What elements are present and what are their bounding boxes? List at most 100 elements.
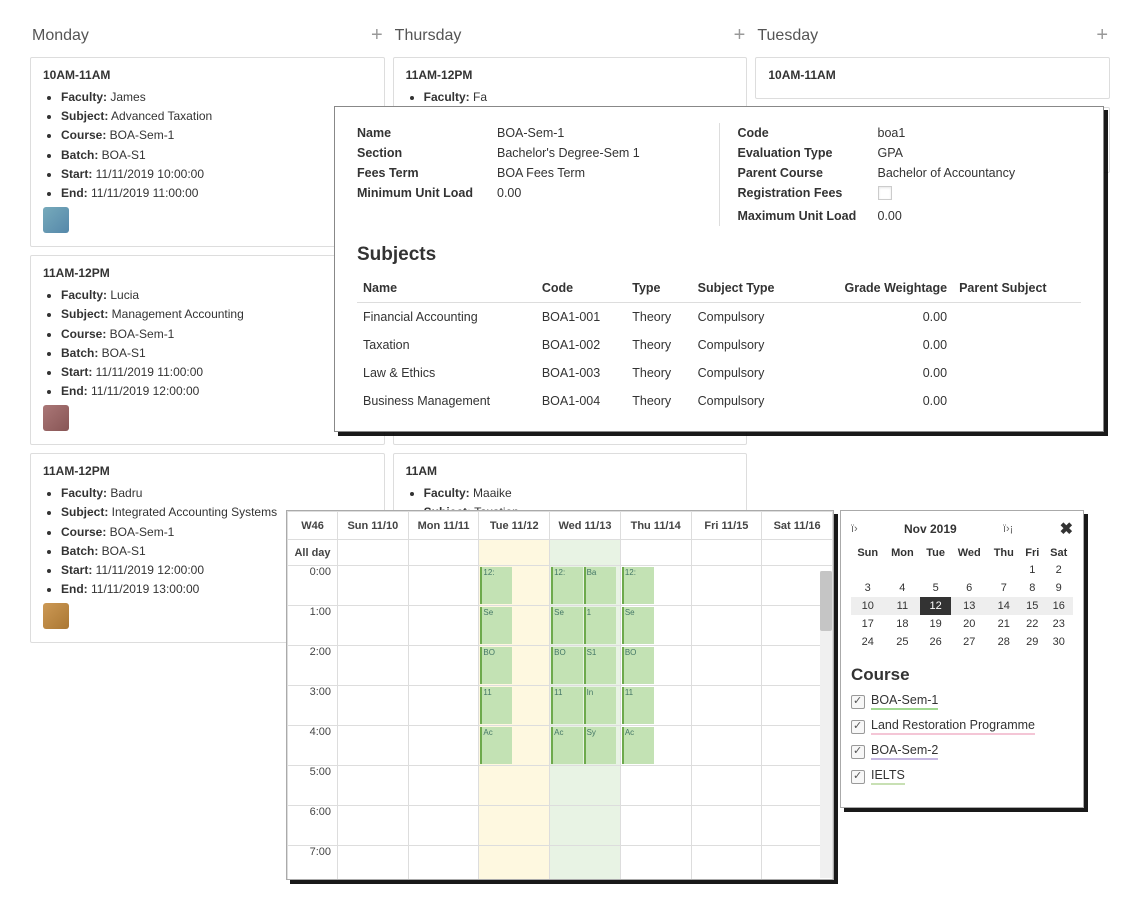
time-cell[interactable] xyxy=(550,766,621,806)
week-day-header[interactable]: Tue 11/12 xyxy=(479,512,550,540)
checkbox-icon[interactable] xyxy=(851,720,865,734)
checkbox-icon[interactable] xyxy=(851,695,865,709)
date-cell[interactable]: 2 xyxy=(1044,561,1073,579)
time-cell[interactable] xyxy=(338,686,409,726)
time-cell[interactable] xyxy=(479,846,550,881)
time-cell[interactable] xyxy=(691,806,762,846)
date-cell[interactable]: 11 xyxy=(884,597,920,615)
time-cell[interactable] xyxy=(620,806,691,846)
date-cell[interactable]: 21 xyxy=(987,615,1020,633)
week-day-header[interactable]: Wed 11/13 xyxy=(550,512,621,540)
date-cell[interactable]: 1 xyxy=(1020,561,1044,579)
filter-item[interactable]: Land Restoration Programme xyxy=(851,718,1073,735)
filter-item[interactable]: IELTS xyxy=(851,768,1073,785)
week-day-header[interactable]: Sun 11/10 xyxy=(338,512,409,540)
close-icon[interactable]: ✖ xyxy=(1060,519,1073,539)
add-icon[interactable]: + xyxy=(1096,24,1108,47)
time-cell[interactable] xyxy=(479,806,550,846)
time-cell[interactable] xyxy=(408,646,479,686)
date-cell[interactable]: 16 xyxy=(1044,597,1073,615)
scrollbar[interactable] xyxy=(820,571,832,878)
checkbox-icon[interactable] xyxy=(851,770,865,784)
date-cell[interactable]: 13 xyxy=(951,597,987,615)
time-cell[interactable]: 12: xyxy=(479,566,550,606)
date-cell[interactable]: 29 xyxy=(1020,633,1044,651)
time-cell[interactable] xyxy=(338,846,409,881)
time-cell[interactable]: Se xyxy=(620,606,691,646)
time-cell[interactable]: BO xyxy=(620,646,691,686)
time-cell[interactable] xyxy=(338,606,409,646)
time-cell[interactable] xyxy=(691,726,762,766)
schedule-card[interactable]: 10AM-11AMFaculty: JamesSubject: Advanced… xyxy=(30,57,385,247)
filter-item[interactable]: BOA-Sem-1 xyxy=(851,693,1073,710)
date-cell[interactable]: 8 xyxy=(1020,579,1044,597)
date-cell[interactable]: 15 xyxy=(1020,597,1044,615)
time-cell[interactable] xyxy=(338,806,409,846)
date-cell[interactable]: 10 xyxy=(851,597,884,615)
time-cell[interactable]: 12: xyxy=(620,566,691,606)
time-cell[interactable]: 11In xyxy=(550,686,621,726)
time-cell[interactable]: Ac xyxy=(620,726,691,766)
time-cell[interactable] xyxy=(620,846,691,881)
date-cell[interactable]: 3 xyxy=(851,579,884,597)
date-cell[interactable]: 19 xyxy=(920,615,951,633)
date-cell[interactable]: 30 xyxy=(1044,633,1073,651)
date-cell[interactable]: 23 xyxy=(1044,615,1073,633)
add-icon[interactable]: + xyxy=(371,24,383,47)
time-cell[interactable] xyxy=(691,646,762,686)
time-cell[interactable] xyxy=(550,846,621,881)
date-cell[interactable]: 4 xyxy=(884,579,920,597)
checkbox-icon[interactable] xyxy=(851,745,865,759)
time-cell[interactable]: 11 xyxy=(479,686,550,726)
time-cell[interactable]: Ac xyxy=(479,726,550,766)
next-month-icon[interactable]: ï›¡ xyxy=(1003,523,1013,535)
date-cell[interactable]: 9 xyxy=(1044,579,1073,597)
add-icon[interactable]: + xyxy=(734,24,746,47)
schedule-card[interactable]: 11AM-12PMFaculty: LuciaSubject: Manageme… xyxy=(30,255,385,445)
table-row[interactable]: TaxationBOA1-002TheoryCompulsory0.00 xyxy=(357,331,1081,359)
time-cell[interactable] xyxy=(338,566,409,606)
date-cell[interactable]: 14 xyxy=(987,597,1020,615)
time-cell[interactable] xyxy=(408,806,479,846)
date-cell[interactable]: 5 xyxy=(920,579,951,597)
date-cell[interactable]: 12 xyxy=(920,597,951,615)
week-day-header[interactable]: Fri 11/15 xyxy=(691,512,762,540)
time-cell[interactable]: Se xyxy=(479,606,550,646)
registration-fees-checkbox[interactable] xyxy=(878,186,892,200)
time-cell[interactable] xyxy=(691,606,762,646)
time-cell[interactable] xyxy=(408,726,479,766)
time-cell[interactable]: BOS1 xyxy=(550,646,621,686)
date-cell[interactable]: 26 xyxy=(920,633,951,651)
time-cell[interactable]: Se1 xyxy=(550,606,621,646)
time-cell[interactable] xyxy=(408,566,479,606)
month-grid[interactable]: SunMonTueWedThuFriSat 123456789101112131… xyxy=(851,545,1073,651)
week-day-header[interactable]: Thu 11/14 xyxy=(620,512,691,540)
date-cell[interactable]: 17 xyxy=(851,615,884,633)
time-cell[interactable]: 12:Ba xyxy=(550,566,621,606)
time-cell[interactable]: BO xyxy=(479,646,550,686)
time-cell[interactable]: 11 xyxy=(620,686,691,726)
date-cell[interactable]: 22 xyxy=(1020,615,1044,633)
time-cell[interactable] xyxy=(338,766,409,806)
table-row[interactable]: Business ManagementBOA1-004TheoryCompuls… xyxy=(357,387,1081,415)
time-cell[interactable] xyxy=(550,806,621,846)
date-cell[interactable]: 24 xyxy=(851,633,884,651)
time-cell[interactable] xyxy=(620,766,691,806)
date-cell[interactable]: 27 xyxy=(951,633,987,651)
date-cell[interactable]: 28 xyxy=(987,633,1020,651)
time-cell[interactable] xyxy=(338,726,409,766)
time-cell[interactable] xyxy=(691,766,762,806)
time-cell[interactable] xyxy=(691,846,762,881)
time-cell[interactable] xyxy=(408,606,479,646)
date-cell[interactable]: 25 xyxy=(884,633,920,651)
time-cell[interactable] xyxy=(691,566,762,606)
week-day-header[interactable]: Mon 11/11 xyxy=(408,512,479,540)
date-cell[interactable]: 7 xyxy=(987,579,1020,597)
time-cell[interactable] xyxy=(408,686,479,726)
table-row[interactable]: Financial AccountingBOA1-001TheoryCompul… xyxy=(357,303,1081,332)
time-cell[interactable] xyxy=(408,846,479,881)
table-row[interactable]: Law & EthicsBOA1-003TheoryCompulsory0.00 xyxy=(357,359,1081,387)
date-cell[interactable]: 18 xyxy=(884,615,920,633)
time-cell[interactable] xyxy=(408,766,479,806)
prev-month-icon[interactable]: ï› xyxy=(851,523,858,535)
